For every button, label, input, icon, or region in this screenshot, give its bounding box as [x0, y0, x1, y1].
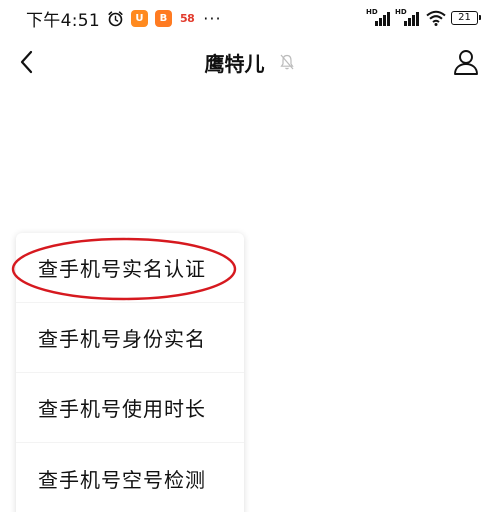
more-notifications-indicator: ··· — [203, 8, 222, 28]
profile-button[interactable] — [452, 48, 480, 76]
menu-item-label: 查手机号使用时长 — [38, 397, 206, 421]
bell-muted-icon — [279, 52, 295, 76]
signal-icon-2: HD — [395, 8, 419, 26]
menu-item-label: 查手机号实名认证 — [38, 257, 206, 281]
signal-icon: HD — [366, 8, 390, 26]
alarm-clock-icon — [107, 10, 124, 27]
menu-item-usage-duration[interactable]: 查手机号使用时长 — [16, 373, 244, 443]
menu-item-empty-number-check[interactable]: 查手机号空号检测 — [16, 443, 244, 512]
menu-item-label: 查手机号身份实名 — [38, 327, 206, 351]
popup-menu: 查手机号实名认证 查手机号身份实名 查手机号使用时长 查手机号空号检测 — [16, 233, 244, 512]
person-icon — [454, 50, 478, 75]
status-time: 下午4:51 — [26, 10, 100, 31]
wifi-icon — [426, 10, 446, 26]
taobao-app-icon: U — [130, 9, 148, 27]
nav-bar: 鹰特儿 — [0, 36, 500, 88]
app-icon-orange: B — [154, 9, 172, 27]
menu-item-label: 查手机号空号检测 — [38, 467, 206, 492]
status-bar: 下午4:51 U B 58 ··· HD HD 21 — [0, 0, 500, 36]
battery-icon: 21 — [451, 11, 481, 25]
nav-title-group: 鹰特儿 — [0, 48, 500, 78]
page-title: 鹰特儿 — [204, 52, 265, 76]
status-right-group: HD HD 21 — [366, 8, 481, 26]
battery-level: 21 — [458, 12, 471, 23]
menu-item-real-name-auth[interactable]: 查手机号实名认证 — [16, 233, 244, 303]
screen: 下午4:51 U B 58 ··· HD HD 21 鹰特儿 查手机号实名认证 … — [0, 0, 500, 512]
menu-item-identity-real-name[interactable]: 查手机号身份实名 — [16, 303, 244, 373]
app-58-icon: 58 — [179, 11, 195, 25]
